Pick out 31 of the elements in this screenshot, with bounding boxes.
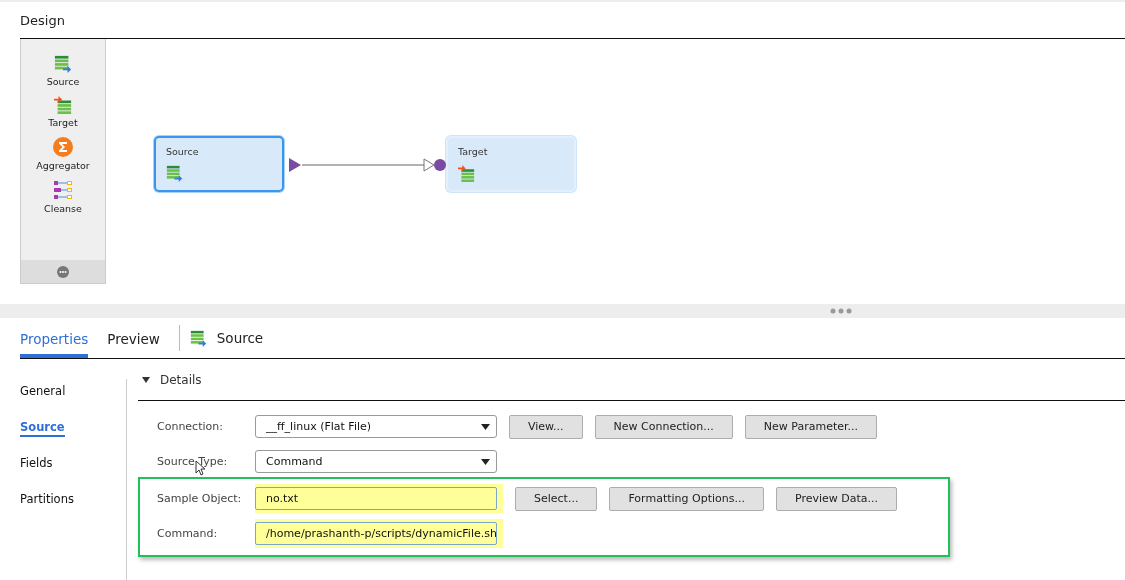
nav-item[interactable]: Source bbox=[20, 420, 65, 437]
node-label: Target bbox=[458, 146, 489, 157]
field-label: Connection: bbox=[157, 420, 224, 433]
node-label: Source bbox=[166, 146, 200, 157]
field-label: Source Type: bbox=[157, 455, 229, 468]
panel-title: Design bbox=[20, 2, 1125, 39]
section-header[interactable]: Details bbox=[138, 359, 1125, 401]
text-field[interactable]: no.txt bbox=[255, 487, 497, 510]
field-label: Command: bbox=[157, 527, 219, 540]
action-button[interactable]: Preview Data... bbox=[775, 486, 898, 511]
nav-item[interactable]: Partitions bbox=[20, 492, 74, 509]
nav-item[interactable]: Fields bbox=[20, 456, 53, 473]
action-button[interactable]: View... bbox=[509, 414, 583, 439]
object-name: Source bbox=[216, 330, 264, 346]
mapping-node[interactable]: Target bbox=[446, 136, 576, 192]
field-label: Sample Object: bbox=[157, 492, 243, 505]
panel-tab[interactable]: Preview bbox=[107, 318, 160, 358]
action-button[interactable]: Select... bbox=[515, 486, 598, 511]
dropdown-field[interactable]: __ff_linux (Flat File) bbox=[255, 415, 497, 438]
mapping-node[interactable]: Source bbox=[154, 136, 284, 192]
action-button[interactable]: New Parameter... bbox=[744, 414, 878, 439]
palette-item[interactable]: Source bbox=[46, 76, 80, 87]
dropdown-field[interactable]: Command bbox=[255, 450, 497, 473]
action-button[interactable]: New Connection... bbox=[594, 414, 733, 439]
action-button[interactable]: Formatting Options... bbox=[609, 486, 764, 511]
palette-item[interactable]: Aggregator bbox=[36, 160, 90, 171]
text-field[interactable]: /home/prashanth-p/scripts/dynamicFile.sh bbox=[255, 522, 497, 545]
palette-item[interactable]: Cleanse bbox=[44, 203, 82, 214]
palette-item[interactable]: Target bbox=[48, 117, 78, 128]
panel-tab[interactable]: Properties bbox=[20, 318, 89, 358]
nav-item[interactable]: General bbox=[20, 384, 66, 401]
